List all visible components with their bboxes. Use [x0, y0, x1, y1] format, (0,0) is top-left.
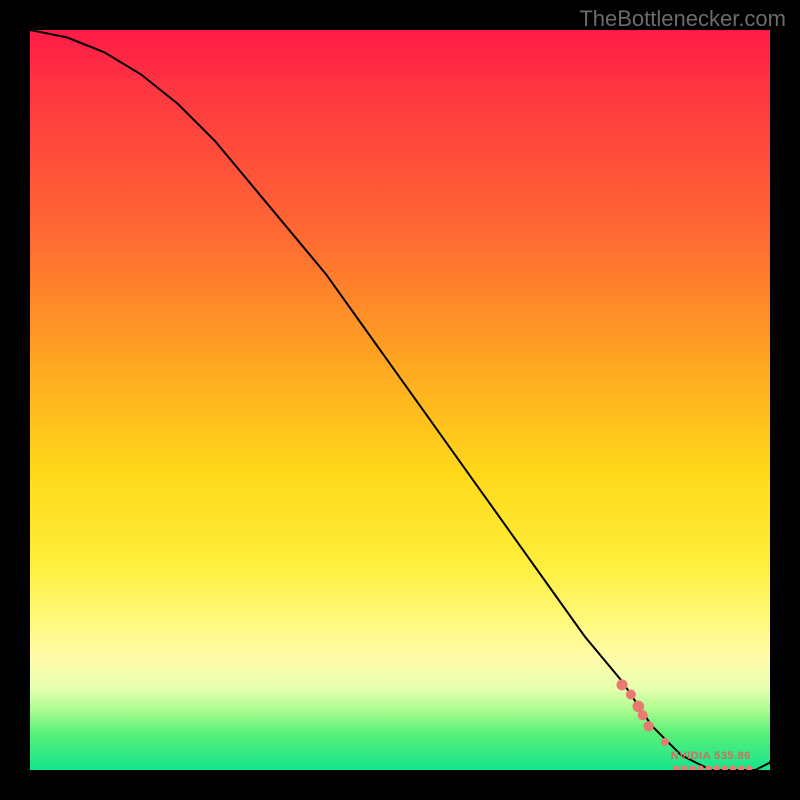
data-point — [738, 765, 744, 770]
data-point — [746, 765, 752, 770]
data-point — [638, 710, 648, 720]
data-point — [730, 765, 736, 770]
bottleneck-curve — [30, 30, 770, 770]
data-point — [673, 765, 679, 770]
plot-area: NVIDIA 535.86 — [30, 30, 770, 770]
chart-frame: TheBottlenecker.com NVIDIA 535.86 — [0, 0, 800, 800]
series-label: NVIDIA 535.86 — [671, 750, 751, 762]
data-point — [689, 765, 695, 770]
data-point — [714, 765, 720, 770]
data-point — [643, 721, 653, 731]
watermark-text: TheBottlenecker.com — [579, 6, 786, 32]
data-point — [661, 738, 669, 746]
data-point — [681, 765, 687, 770]
bottleneck-curve-svg: NVIDIA 535.86 — [30, 30, 770, 770]
data-point — [769, 744, 770, 753]
data-point — [617, 679, 628, 690]
data-point — [722, 765, 728, 770]
data-point — [626, 690, 636, 700]
data-point — [705, 765, 711, 770]
